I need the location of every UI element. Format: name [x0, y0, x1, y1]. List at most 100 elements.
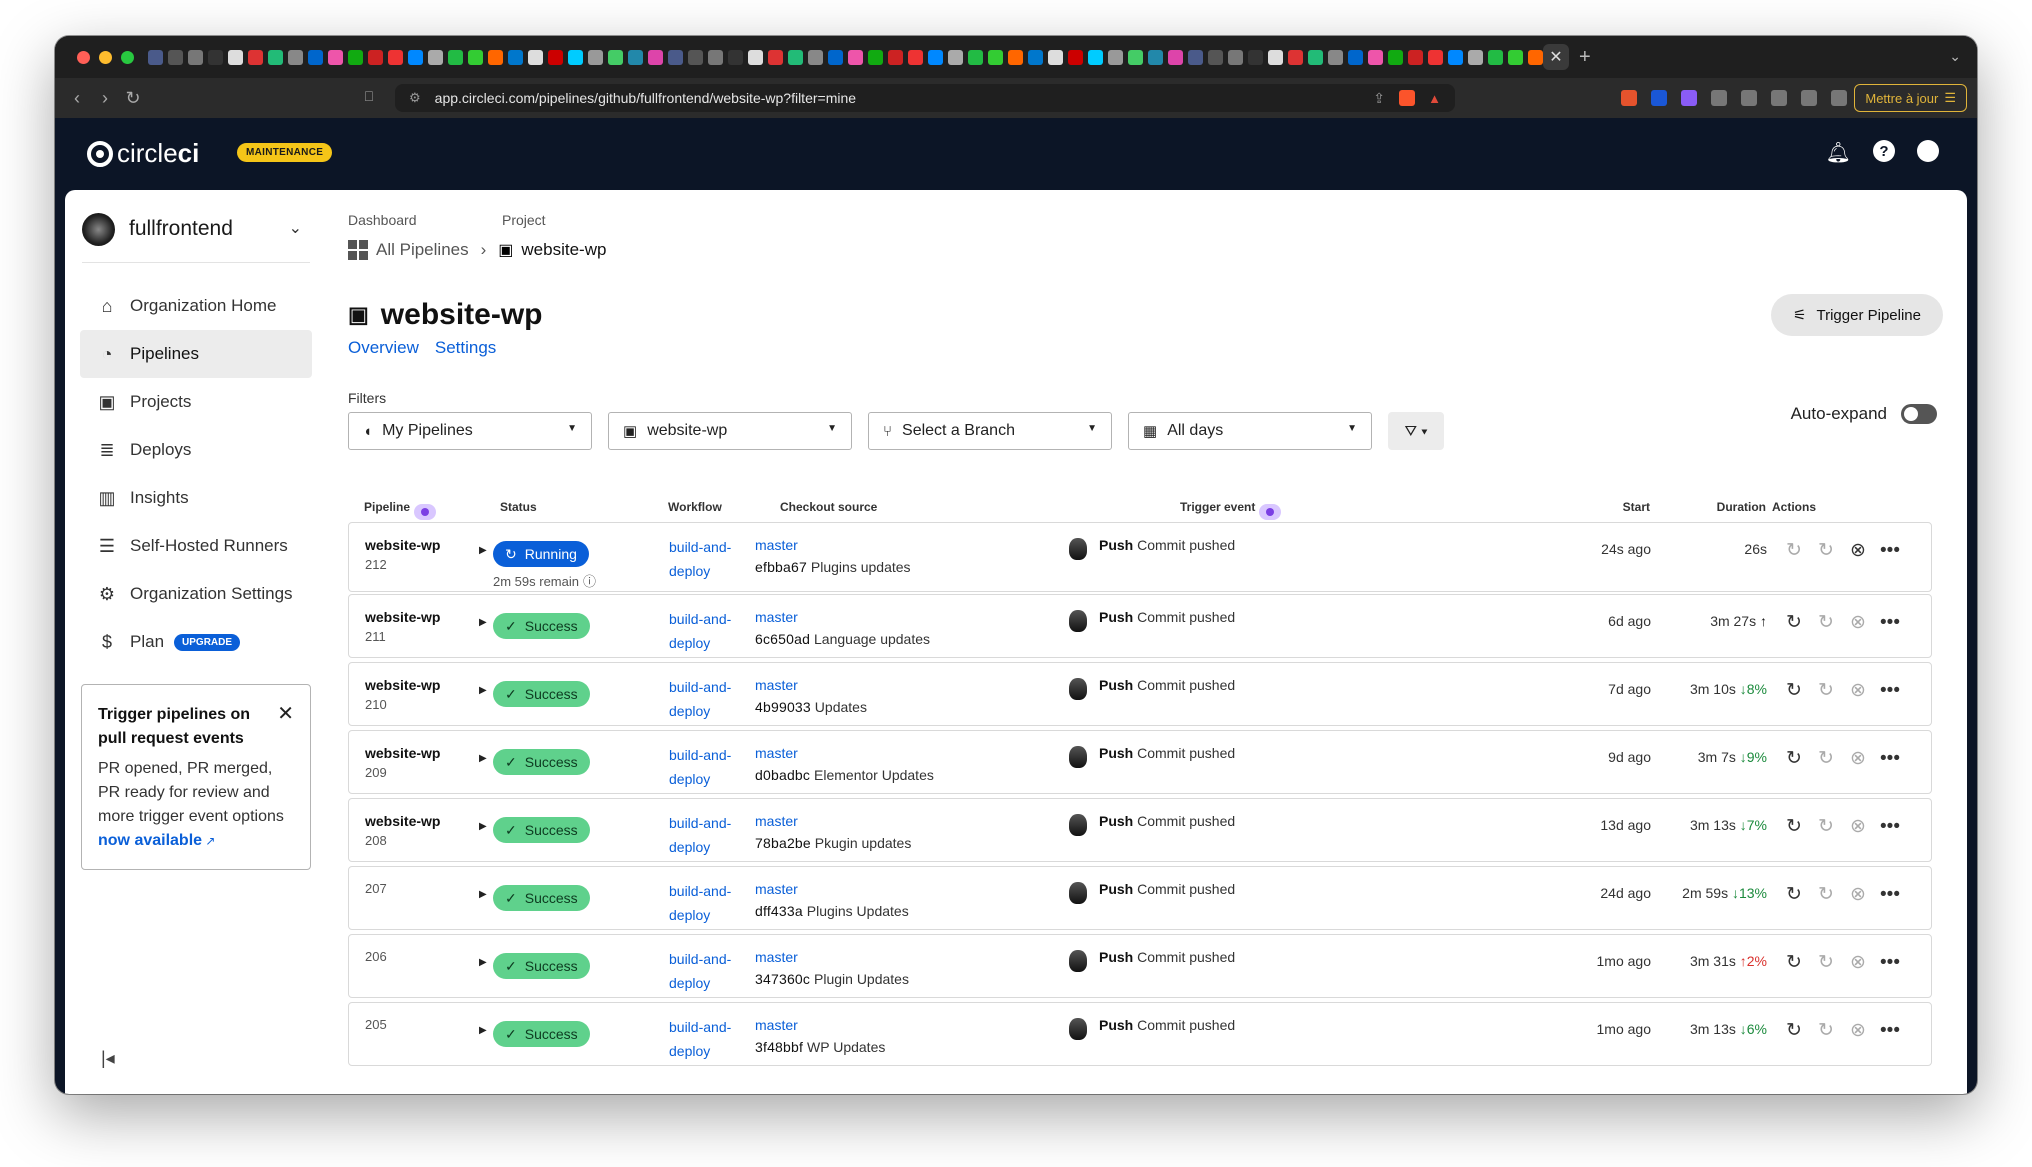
lightbulb-icon[interactable]	[1259, 504, 1282, 520]
table-row[interactable]: website-wp 209 ▶ ✓ Success build-and-deploy ma…	[348, 730, 1932, 794]
commit-sha[interactable]: 347360c	[755, 971, 810, 987]
pipeline-name[interactable]: website-wp	[365, 677, 440, 693]
tab-settings[interactable]: Settings	[435, 338, 496, 358]
cancel-icon[interactable]: ⊗	[1847, 815, 1869, 838]
tab-favicon-icon[interactable]	[928, 49, 943, 65]
rerun-icon[interactable]: ↻	[1783, 951, 1805, 974]
tab-favicon-icon[interactable]	[1528, 49, 1543, 65]
rerun-icon[interactable]: ↻	[1783, 679, 1805, 702]
branch-link[interactable]: master	[755, 677, 798, 693]
pipeline-name[interactable]: website-wp	[365, 537, 440, 553]
sidebar-item-projects[interactable]: ▣ Projects	[80, 378, 312, 426]
commit-sha[interactable]: 4b99033	[755, 699, 811, 715]
pipeline-name[interactable]: website-wp	[365, 745, 440, 761]
tab-list-chevron-icon[interactable]: ⌄	[1949, 48, 1961, 65]
more-options-icon[interactable]: •••	[1879, 816, 1901, 838]
tab-favicon-icon[interactable]	[1268, 49, 1283, 65]
address-bar[interactable]: ⚙ app.circleci.com/pipelines/github/full…	[395, 84, 1455, 112]
tab-favicon-icon[interactable]	[548, 49, 563, 65]
maximize-window-button[interactable]	[121, 50, 134, 64]
expand-caret-icon[interactable]: ▶	[479, 545, 487, 556]
commit-info[interactable]: dff433a Plugins Updates	[755, 903, 909, 919]
tab-favicon-icon[interactable]	[708, 49, 723, 65]
tab-favicon-icon[interactable]	[1228, 49, 1243, 65]
tab-favicon-icon[interactable]	[188, 49, 203, 65]
table-row[interactable]: website-wp 208 ▶ ✓ Success build-and-deploy ma…	[348, 798, 1932, 862]
tab-favicon-icon[interactable]	[888, 49, 903, 65]
promo-link[interactable]: now available	[98, 832, 202, 849]
brave-shield-icon[interactable]	[1399, 90, 1415, 106]
rerun-failed-icon[interactable]: ↻	[1815, 747, 1837, 770]
tab-favicon-icon[interactable]	[1088, 49, 1103, 65]
lightbulb-icon[interactable]	[414, 504, 437, 520]
expand-caret-icon[interactable]: ▶	[479, 685, 487, 696]
tab-favicon-icon[interactable]	[408, 49, 423, 65]
rerun-failed-icon[interactable]: ↻	[1815, 883, 1837, 906]
cancel-icon[interactable]: ⊗	[1847, 539, 1869, 562]
table-row[interactable]: website-wp 212 ▶ ↻ Running 2m 59s remain ⓘ buil…	[348, 522, 1932, 592]
table-row[interactable]: website-wp 210 ▶ ✓ Success build-and-deploy ma…	[348, 662, 1932, 726]
rerun-failed-icon[interactable]: ↻	[1815, 1019, 1837, 1042]
tab-favicon-icon[interactable]	[608, 49, 623, 65]
workflow-link[interactable]: build-and-deploy	[669, 811, 731, 859]
commit-sha[interactable]: d0badbc	[755, 767, 810, 783]
table-row[interactable]: 207 ▶ ✓ Success build-and-deploy master dff433…	[348, 866, 1932, 930]
tab-favicon-icon[interactable]	[1248, 49, 1263, 65]
update-button[interactable]: Mettre à jour ☰	[1854, 84, 1967, 112]
rerun-icon[interactable]: ↻	[1783, 747, 1805, 770]
breadcrumb-project[interactable]: website-wp	[521, 240, 606, 260]
extension-icon[interactable]	[1621, 90, 1637, 106]
advanced-filter-button[interactable]: ⛛ ▾	[1388, 412, 1444, 450]
tab-favicon-icon[interactable]	[988, 49, 1003, 65]
sidebar-item-self-hosted-runners[interactable]: ☰ Self-Hosted Runners	[80, 522, 312, 570]
rerun-icon[interactable]: ↻	[1783, 815, 1805, 838]
sidebar-icon[interactable]	[1771, 90, 1787, 106]
pipelines-filter[interactable]: ◖ My Pipelines ▼	[348, 412, 592, 450]
more-options-icon[interactable]: •••	[1879, 1020, 1901, 1042]
tab-favicon-icon[interactable]	[368, 49, 383, 65]
tab-favicon-icon[interactable]	[228, 49, 243, 65]
rerun-icon[interactable]: ↻	[1783, 1019, 1805, 1042]
more-options-icon[interactable]: •••	[1879, 540, 1901, 562]
rerun-failed-icon[interactable]: ↻	[1815, 679, 1837, 702]
commit-info[interactable]: 78ba2be Pkugin updates	[755, 835, 911, 851]
tab-favicon-icon[interactable]	[268, 49, 283, 65]
branch-filter[interactable]: ⑂ Select a Branch ▼	[868, 412, 1112, 450]
pipeline-number[interactable]: 207	[365, 881, 387, 896]
user-avatar[interactable]	[1917, 140, 1939, 162]
status-badge[interactable]: ✓ Success	[493, 749, 590, 775]
more-options-icon[interactable]: •••	[1879, 884, 1901, 906]
sidebar-item-organization-home[interactable]: ⌂ Organization Home	[80, 282, 312, 330]
bookmark-icon[interactable]: ⎕	[355, 88, 383, 105]
sidebar-item-pipelines[interactable]: ◔ Pipelines	[80, 330, 312, 378]
rerun-failed-icon[interactable]: ↻	[1815, 539, 1837, 562]
tab-favicon-icon[interactable]	[288, 49, 303, 65]
tab-favicon-icon[interactable]	[668, 49, 683, 65]
auto-expand-toggle[interactable]	[1901, 404, 1937, 424]
more-options-icon[interactable]: •••	[1879, 612, 1901, 634]
workflow-link[interactable]: build-and-deploy	[669, 947, 731, 995]
cancel-icon[interactable]: ⊗	[1847, 951, 1869, 974]
cancel-icon[interactable]: ⊗	[1847, 611, 1869, 634]
extension-icon[interactable]	[1681, 90, 1697, 106]
tab-favicon-icon[interactable]	[1068, 49, 1083, 65]
rerun-failed-icon[interactable]: ↻	[1815, 951, 1837, 974]
tab-favicon-icon[interactable]	[588, 49, 603, 65]
org-switcher[interactable]: fullfrontend ⌄	[82, 212, 310, 246]
rerun-icon[interactable]: ↻	[1783, 611, 1805, 634]
commit-sha[interactable]: dff433a	[755, 903, 803, 919]
tab-favicon-icon[interactable]	[428, 49, 443, 65]
tab-favicon-icon[interactable]	[1168, 49, 1183, 65]
table-row[interactable]: 205 ▶ ✓ Success build-and-deploy master 3f48bb…	[348, 1002, 1932, 1066]
workflow-link[interactable]: build-and-deploy	[669, 743, 731, 791]
tab-favicon-icon[interactable]	[1468, 49, 1483, 65]
rerun-failed-icon[interactable]: ↻	[1815, 611, 1837, 634]
cancel-icon[interactable]: ⊗	[1847, 1019, 1869, 1042]
expand-caret-icon[interactable]: ▶	[479, 889, 487, 900]
bell-icon[interactable]: 🔔︎	[1826, 140, 1851, 165]
workflow-link[interactable]: build-and-deploy	[669, 535, 731, 583]
trigger-pipeline-button[interactable]: ⚟ Trigger Pipeline	[1771, 294, 1943, 336]
sidebar-item-organization-settings[interactable]: ⚙ Organization Settings	[80, 570, 312, 618]
active-tab-close-icon[interactable]: ✕	[1543, 44, 1569, 70]
tab-favicon-icon[interactable]	[208, 49, 223, 65]
